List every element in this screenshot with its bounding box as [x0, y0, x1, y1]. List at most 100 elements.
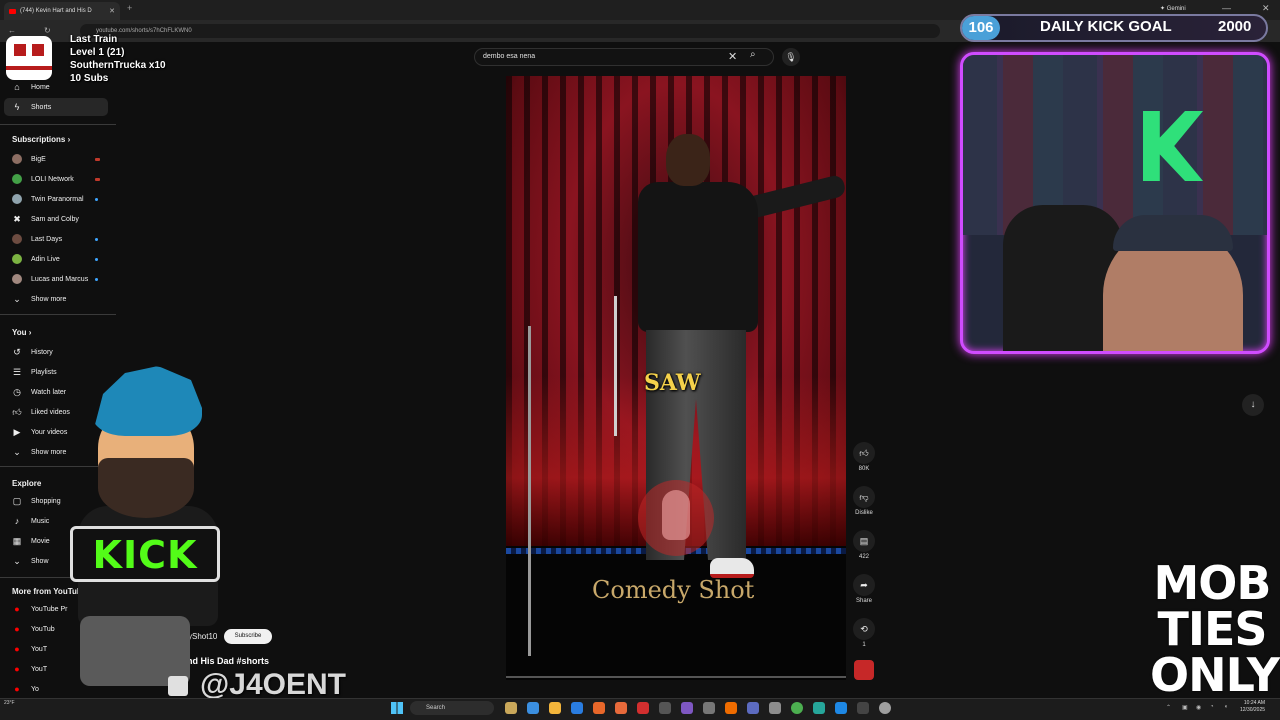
- history-icon: ↺: [13, 346, 21, 357]
- dislike-button[interactable]: 👎︎ Dislike: [852, 486, 876, 516]
- taskbar-app-icon[interactable]: [593, 702, 605, 714]
- search-icon[interactable]: ⌕: [750, 49, 756, 60]
- channel-avatar: ✖: [13, 213, 21, 224]
- taskbar-app-icon[interactable]: [857, 702, 869, 714]
- taskbar-app-icon[interactable]: [637, 702, 649, 714]
- taskbar-app-icon[interactable]: [769, 702, 781, 714]
- sidebar-item-subscription[interactable]: Lucas and Marcus: [4, 270, 108, 288]
- comment-count: 422: [858, 554, 869, 560]
- url-field[interactable]: youtube.com/shorts/s7hChFLKWN0: [80, 24, 940, 38]
- youtube-icon: ●: [14, 604, 20, 614]
- sound-avatar[interactable]: [854, 660, 874, 680]
- home-icon: ⌂: [14, 82, 20, 92]
- shorts-video-player[interactable]: SAW Comedy Shot: [506, 76, 846, 680]
- volume-icon[interactable]: ◖: [1224, 704, 1228, 710]
- youtube-favicon-icon: [9, 8, 16, 14]
- tab-close-icon[interactable]: ✕: [109, 7, 115, 15]
- taskbar-app-icon[interactable]: [835, 702, 847, 714]
- you-header[interactable]: You ›: [12, 328, 31, 337]
- share-button[interactable]: ➦ Share: [852, 574, 876, 604]
- sidebar-item-label: Liked videos: [31, 408, 70, 416]
- windows-start-icon[interactable]: [391, 702, 403, 714]
- playlist-icon: ☰: [12, 366, 22, 377]
- minimize-icon[interactable]: —: [1222, 3, 1231, 13]
- mascot-hair: [92, 366, 202, 436]
- streamer-cap: [1113, 215, 1233, 251]
- chrome-icon[interactable]: [791, 702, 803, 714]
- share-icon: ➦: [853, 574, 875, 596]
- taskbar-app-icon[interactable]: [505, 702, 517, 714]
- sidebar-item-label: Shopping: [31, 497, 61, 505]
- chevron-down-icon: ⌄: [13, 555, 21, 566]
- taskbar-clock[interactable]: 10:24 AM 12/30/2025: [1240, 700, 1265, 714]
- like-button[interactable]: 👍︎ 80K: [852, 442, 876, 472]
- reload-icon[interactable]: ↻: [44, 26, 51, 35]
- sidebar-item-label: Show more: [31, 448, 67, 456]
- subscriptions-header[interactable]: Subscriptions ›: [12, 135, 70, 144]
- gemini-button[interactable]: ✦ Gemini: [1160, 5, 1186, 12]
- remix-count: 1: [862, 642, 866, 648]
- sidebar-item-shorts[interactable]: ϟ Shorts: [4, 98, 108, 116]
- window-close-icon[interactable]: ✕: [1262, 3, 1270, 14]
- tray-app-icon[interactable]: ◉: [1196, 704, 1201, 711]
- taskbar-app-icon[interactable]: [681, 702, 693, 714]
- sidebar-item-label: History: [31, 348, 53, 356]
- settings-gear-icon[interactable]: [879, 702, 891, 714]
- sidebar-item-subscription[interactable]: ✖ Sam and Colby: [4, 210, 108, 228]
- browser-tab[interactable]: (744) Kevin Hart and His D ✕: [4, 2, 120, 20]
- mob-ties-line-2: TIES: [1157, 602, 1267, 656]
- taskbar-app-icon[interactable]: [725, 702, 737, 714]
- dislike-label: Dislike: [855, 510, 873, 516]
- sidebar-item-subscription[interactable]: Adin Live: [4, 250, 108, 268]
- sidebar-item-label: Your videos: [31, 428, 68, 436]
- sidebar-item-label: Home: [31, 83, 50, 91]
- twitch-icon: [168, 676, 188, 696]
- taskbar-app-icon[interactable]: [659, 702, 671, 714]
- taskbar-app-icon[interactable]: [571, 702, 583, 714]
- taskbar-app-icon[interactable]: [747, 702, 759, 714]
- last-train-title: Last Train: [70, 34, 118, 45]
- wifi-icon[interactable]: ◔: [1210, 704, 1214, 710]
- remix-icon: ⟲: [853, 618, 875, 640]
- channel-avatar: [12, 154, 22, 164]
- sidebar-item-label: Show: [31, 557, 49, 565]
- taskbar-app-icon[interactable]: [813, 702, 825, 714]
- channel-avatar: [12, 234, 22, 244]
- explore-header: Explore: [12, 479, 42, 488]
- clear-search-icon[interactable]: ✕: [728, 50, 737, 63]
- back-icon[interactable]: ←: [8, 26, 16, 35]
- music-note-icon: ♪: [14, 516, 20, 526]
- video-progress-bar[interactable]: [506, 676, 846, 678]
- thumbs-up-icon: 👍︎: [12, 406, 22, 417]
- tray-app-icon[interactable]: ▣: [1182, 704, 1188, 711]
- sidebar-item-history[interactable]: ↺ History: [4, 343, 108, 361]
- subscribe-button[interactable]: Subscribe: [224, 629, 272, 644]
- sidebar-show-more[interactable]: ⌄ Show more: [4, 290, 108, 308]
- sidebar-item-subscription[interactable]: Last Days: [4, 230, 108, 248]
- train-logo-stripe: [6, 66, 52, 70]
- webcam-frame: [960, 52, 1270, 354]
- sidebar-item-subscription[interactable]: Twin Paranormal: [4, 190, 108, 208]
- sidebar-item-subscription[interactable]: LOLI Network: [4, 170, 108, 188]
- kick-goal-current: 106: [962, 16, 1000, 40]
- taskbar-app-icon[interactable]: [615, 702, 627, 714]
- next-video-arrow-icon[interactable]: ↓: [1242, 394, 1264, 416]
- sidebar-item-label: YouTube Pr: [31, 605, 68, 613]
- tray-chevron-icon[interactable]: ⌃: [1166, 704, 1171, 711]
- taskbar-app-icon[interactable]: [527, 702, 539, 714]
- mascot-beard: [98, 458, 194, 518]
- taskbar-app-icon[interactable]: [703, 702, 715, 714]
- taskbar-search[interactable]: Search: [410, 701, 494, 715]
- sidebar-item-label: YouT: [31, 645, 48, 653]
- youtube-icon: ●: [14, 684, 20, 694]
- remix-button[interactable]: ⟲ 1: [852, 618, 876, 648]
- new-tab-icon[interactable]: +: [127, 3, 132, 13]
- weather-widget[interactable]: 23°F: [4, 700, 15, 707]
- sidebar-item-subscription[interactable]: BigE: [4, 150, 108, 168]
- folder-icon[interactable]: [549, 702, 561, 714]
- comments-button[interactable]: ▤ 422: [852, 530, 876, 560]
- microphone-icon: [662, 490, 690, 540]
- sidebar-item-label: YouTub: [31, 625, 55, 633]
- performer-torso: [638, 182, 758, 332]
- voice-search-icon[interactable]: 🎙︎: [782, 48, 800, 66]
